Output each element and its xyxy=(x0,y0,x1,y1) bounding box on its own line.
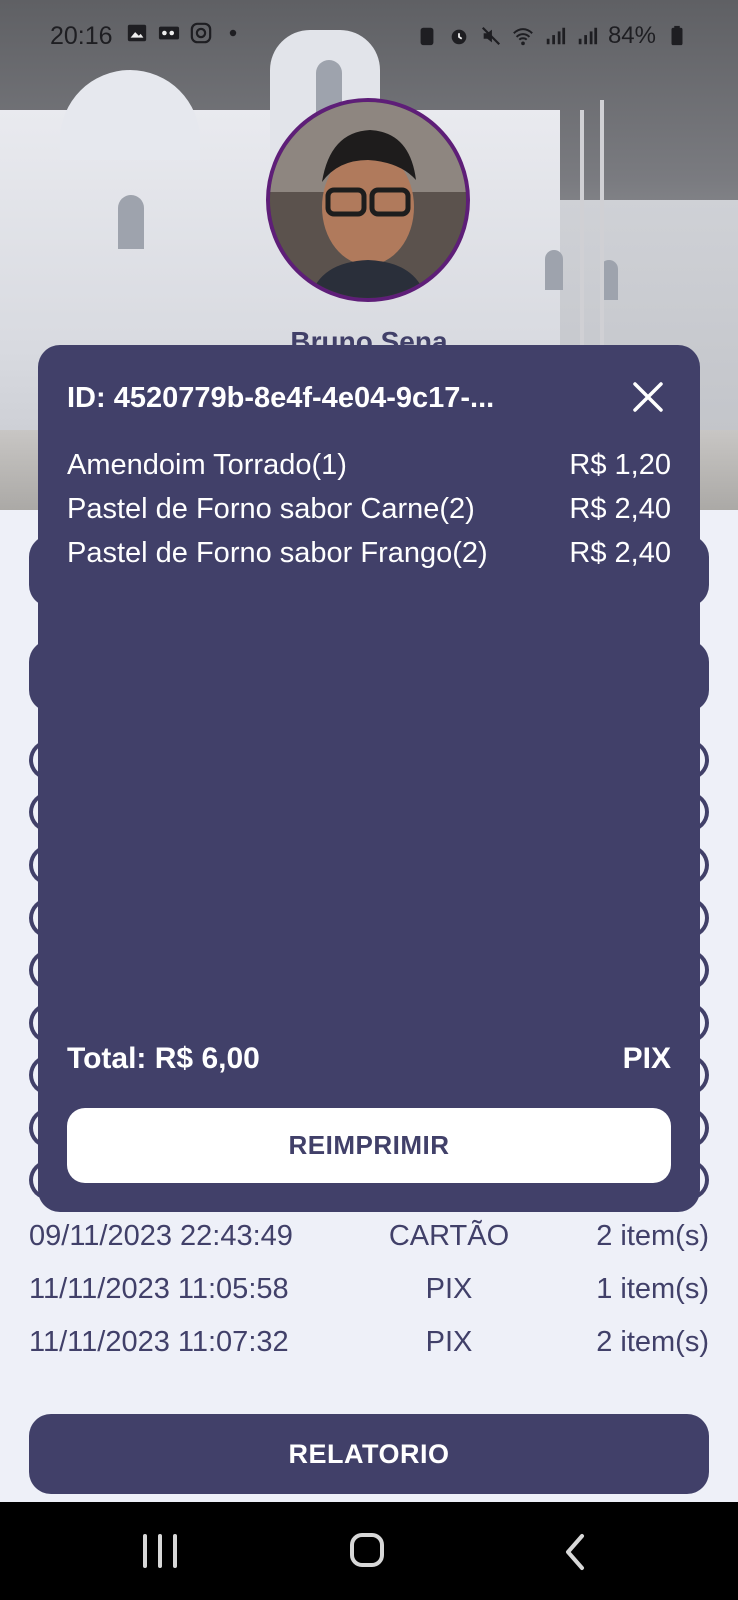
item-name: Pastel de Forno sabor Carne(2) xyxy=(67,492,475,525)
reprint-button[interactable]: REIMPRIMIR xyxy=(67,1108,671,1183)
avatar[interactable] xyxy=(266,98,470,302)
dot-icon xyxy=(229,29,237,37)
user-photo xyxy=(270,102,466,298)
order-item: Pastel de Forno sabor Frango(2) R$ 2,40 xyxy=(67,531,671,575)
sale-count: 2 item(s) xyxy=(596,1326,709,1358)
order-details-modal: ID: 4520779b-8e4f-4e04-9c17-... Amendoim… xyxy=(38,345,700,1212)
image-icon xyxy=(127,24,147,42)
item-name: Pastel de Forno sabor Frango(2) xyxy=(67,536,488,569)
item-price: R$ 2,40 xyxy=(569,492,671,525)
sale-method: PIX xyxy=(425,1273,473,1305)
order-item: Pastel de Forno sabor Carne(2) R$ 2,40 xyxy=(67,487,671,531)
list-item[interactable]: 09/11/2023 22:43:49 CARTÃO 2 item(s) xyxy=(29,1210,709,1263)
sales-list: 09/11/2023 22:43:49 CARTÃO 2 item(s) 11/… xyxy=(29,1210,709,1369)
order-items: Amendoim Torrado(1) R$ 1,20 Pastel de Fo… xyxy=(67,443,671,575)
sale-method: PIX xyxy=(425,1326,473,1358)
instagram-icon xyxy=(190,22,212,44)
signal-icon xyxy=(546,27,566,45)
alarm-icon xyxy=(451,29,467,45)
voicemail-icon xyxy=(158,26,180,40)
sale-method: CARTÃO xyxy=(388,1220,510,1252)
status-bar: 20:16 84% xyxy=(0,0,738,70)
sale-count: 2 item(s) xyxy=(596,1220,709,1252)
recents-icon[interactable] xyxy=(143,1534,177,1568)
order-id: ID: 4520779b-8e4f-4e04-9c17-... xyxy=(67,382,495,414)
system-nav-bar xyxy=(0,1502,738,1600)
report-button[interactable]: RELATORIO xyxy=(29,1414,709,1494)
battery-percent: 84% xyxy=(607,22,656,49)
item-price: R$ 1,20 xyxy=(569,448,671,481)
status-time: 20:16 xyxy=(50,22,113,50)
item-name: Amendoim Torrado(1) xyxy=(67,448,347,481)
close-icon[interactable] xyxy=(630,379,666,415)
order-item: Amendoim Torrado(1) R$ 1,20 xyxy=(67,443,671,487)
payment-method: PIX xyxy=(622,1042,671,1075)
battery-icon xyxy=(671,25,683,46)
list-item[interactable]: 11/11/2023 11:05:58 PIX 1 item(s) xyxy=(29,1263,709,1316)
mute-icon xyxy=(481,26,500,46)
home-icon[interactable] xyxy=(350,1533,384,1567)
back-icon[interactable] xyxy=(560,1532,590,1572)
sale-date: 09/11/2023 22:43:49 xyxy=(29,1220,293,1252)
sale-date: 11/11/2023 11:07:32 xyxy=(29,1326,289,1358)
wifi-icon xyxy=(513,28,533,46)
sale-count: 1 item(s) xyxy=(596,1273,709,1305)
signal-icon xyxy=(578,27,598,45)
item-price: R$ 2,40 xyxy=(569,536,671,569)
sale-date: 11/11/2023 11:05:58 xyxy=(29,1273,289,1305)
order-total: Total: R$ 6,00 xyxy=(67,1042,260,1075)
recycle-icon xyxy=(420,27,434,46)
list-item[interactable]: 11/11/2023 11:07:32 PIX 2 item(s) xyxy=(29,1316,709,1369)
